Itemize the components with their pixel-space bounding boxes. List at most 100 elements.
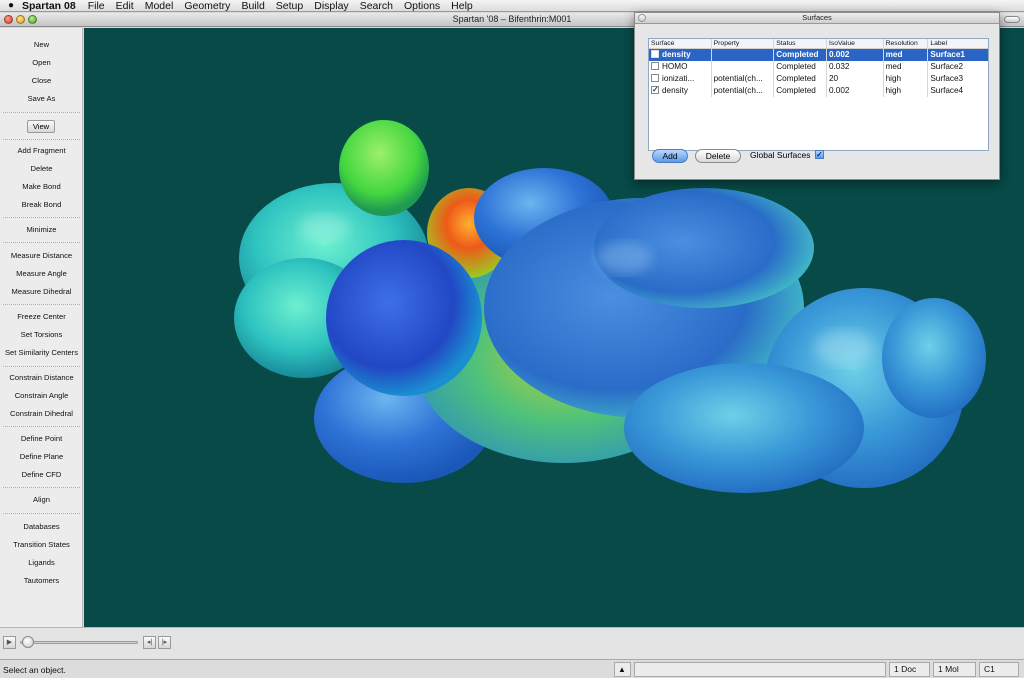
sidebar-divider [3, 366, 80, 367]
sidebar-make-bond[interactable]: Make Bond [0, 182, 83, 192]
surface-highlight [814, 330, 874, 366]
cell-status: Completed [774, 73, 827, 85]
dialog-close-button[interactable] [638, 14, 646, 22]
column-header-resolution[interactable]: Resolution [884, 39, 929, 48]
next-frame-icon[interactable]: |▸ [158, 636, 171, 649]
molecule-count: 1 Mol [933, 662, 976, 677]
sidebar-new[interactable]: New [0, 40, 83, 50]
menu-setup[interactable]: Setup [276, 0, 303, 12]
app-name-menu[interactable]: Spartan 08 [22, 0, 76, 12]
add-surface-button[interactable]: Add [652, 149, 688, 163]
sidebar-measure-angle[interactable]: Measure Angle [0, 269, 83, 279]
cell-resolution: high [884, 73, 929, 85]
sidebar-divider [3, 513, 80, 514]
frame-slider-track[interactable] [20, 641, 138, 644]
sidebar-align[interactable]: Align [0, 495, 83, 505]
sidebar-set-similarity-centers[interactable]: Set Similarity Centers [0, 348, 83, 358]
cell-status: Completed [774, 49, 827, 61]
menu-file[interactable]: File [88, 0, 105, 12]
sidebar-divider [3, 139, 80, 140]
sidebar-constrain-angle[interactable]: Constrain Angle [0, 391, 83, 401]
table-header: Surface Property Status IsoValue Resolut… [649, 39, 988, 49]
column-header-label[interactable]: Label [928, 39, 988, 48]
cell-surface: density [662, 86, 688, 95]
cell-property: potential(ch... [712, 85, 775, 97]
delete-surface-button[interactable]: Delete [695, 149, 741, 163]
sidebar-break-bond[interactable]: Break Bond [0, 200, 83, 210]
sidebar-divider [3, 217, 80, 218]
surfaces-dialog-title-bar: Surfaces [635, 13, 999, 24]
surface-visible-checkbox[interactable] [651, 62, 659, 70]
toolbar-toggle-button[interactable] [1004, 16, 1020, 23]
surface-lobe-far-right [882, 298, 986, 418]
status-message: Select an object. [3, 665, 66, 675]
sidebar-divider [3, 487, 80, 488]
table-row[interactable]: ionizati... potential(ch... Completed 20… [649, 73, 988, 85]
menu-search[interactable]: Search [360, 0, 393, 12]
table-row[interactable]: HOMO Completed 0.032 med Surface2 [649, 61, 988, 73]
sidebar-define-plane[interactable]: Define Plane [0, 452, 83, 462]
sidebar-add-fragment[interactable]: Add Fragment [0, 146, 83, 156]
sidebar-measure-dihedral[interactable]: Measure Dihedral [0, 287, 83, 297]
sidebar-divider [3, 112, 80, 113]
sidebar-view-button[interactable]: View [27, 120, 55, 133]
sidebar-transition-states[interactable]: Transition States [0, 540, 83, 550]
cell-status: Completed [774, 85, 827, 97]
status-bar: Select an object. ▲ 1 Doc 1 Mol C1 [0, 659, 1024, 678]
sidebar-constrain-dihedral[interactable]: Constrain Dihedral [0, 409, 83, 419]
sidebar-set-torsions[interactable]: Set Torsions [0, 330, 83, 340]
menu-options[interactable]: Options [404, 0, 440, 12]
menu-model[interactable]: Model [145, 0, 174, 12]
sidebar-close[interactable]: Close [0, 76, 83, 86]
sidebar-define-point[interactable]: Define Point [0, 434, 83, 444]
sidebar-open[interactable]: Open [0, 58, 83, 68]
menu-help[interactable]: Help [451, 0, 473, 12]
cell-resolution: med [884, 49, 929, 61]
surfaces-dialog: Surfaces Surface Property Status IsoValu… [634, 12, 1000, 180]
cell-label: Surface3 [930, 74, 964, 83]
frame-slider-handle[interactable] [22, 636, 34, 648]
sidebar-freeze-center[interactable]: Freeze Center [0, 312, 83, 322]
sidebar-ligands[interactable]: Ligands [0, 558, 83, 568]
cell-label: Surface4 [930, 86, 964, 95]
surface-visible-checkbox[interactable] [651, 85, 659, 95]
document-count: 1 Doc [889, 662, 930, 677]
global-surfaces-checkbox[interactable]: ✓ [815, 150, 824, 159]
surface-lobe-right-bottom [624, 363, 864, 493]
menu-edit[interactable]: Edit [116, 0, 134, 12]
sidebar-divider [3, 304, 80, 305]
menu-build[interactable]: Build [241, 0, 264, 12]
sidebar-define-cfd[interactable]: Define CFD [0, 470, 83, 480]
sidebar-measure-distance[interactable]: Measure Distance [0, 251, 83, 261]
menu-geometry[interactable]: Geometry [184, 0, 230, 12]
surface-visible-checkbox[interactable] [651, 74, 659, 82]
cell-surface: ionizati... [662, 74, 695, 83]
cell-resolution: med [884, 61, 929, 73]
sidebar: New Open Close Save As View Add Fragment… [0, 28, 83, 627]
surface-visible-checkbox[interactable] [651, 50, 659, 58]
sidebar-constrain-distance[interactable]: Constrain Distance [0, 373, 83, 383]
cell-property: potential(ch... [712, 73, 775, 85]
surface-lobe-blue-dark [326, 240, 482, 396]
column-header-status[interactable]: Status [774, 39, 827, 48]
point-group: C1 [979, 662, 1019, 677]
status-field [634, 662, 886, 677]
expand-up-icon[interactable]: ▲ [614, 662, 631, 677]
sidebar-divider [3, 426, 80, 427]
play-icon[interactable]: ▶ [3, 636, 16, 649]
apple-icon[interactable]: ● [0, 0, 22, 11]
surface-lobe-green [339, 120, 429, 216]
column-header-surface[interactable]: Surface [649, 39, 712, 48]
sidebar-minimize[interactable]: Minimize [0, 225, 83, 235]
sidebar-save-as[interactable]: Save As [0, 94, 83, 104]
column-header-property[interactable]: Property [712, 39, 775, 48]
sidebar-tautomers[interactable]: Tautomers [0, 576, 83, 586]
surface-highlight [299, 214, 349, 242]
sidebar-delete[interactable]: Delete [0, 164, 83, 174]
table-row[interactable]: density Completed 0.002 med Surface1 [649, 49, 988, 61]
table-row[interactable]: density potential(ch... Completed 0.002 … [649, 85, 988, 97]
sidebar-databases[interactable]: Databases [0, 522, 83, 532]
menu-display[interactable]: Display [314, 0, 348, 12]
previous-frame-icon[interactable]: ◂| [143, 636, 156, 649]
column-header-isovalue[interactable]: IsoValue [827, 39, 884, 48]
